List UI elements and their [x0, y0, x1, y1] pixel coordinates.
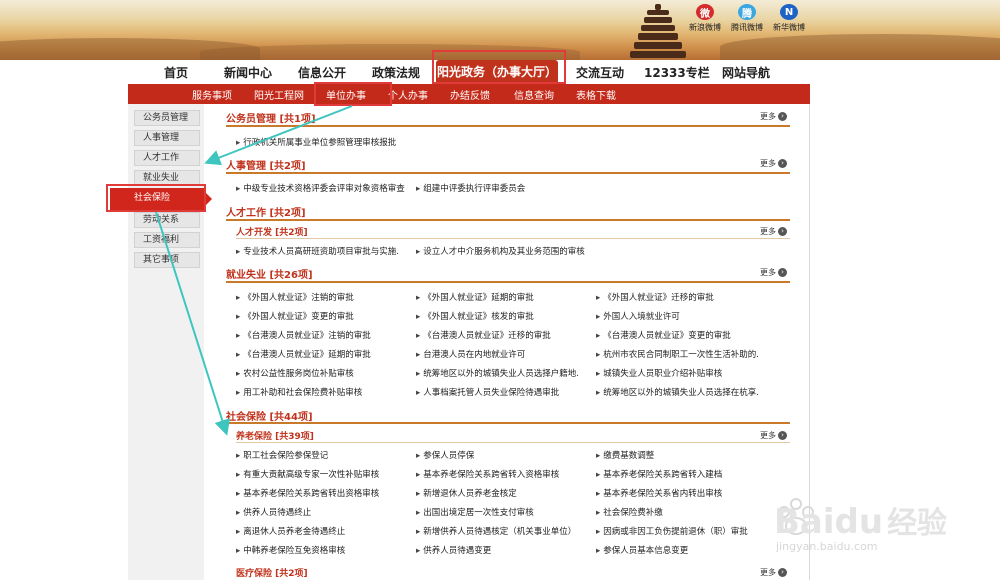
list-item[interactable]: 专业技术人员高研班资助项目审批与实施. [236, 245, 411, 257]
list-item[interactable]: 中韩养老保险互免资格审核 [236, 544, 411, 556]
weibo-icon: 微 [696, 4, 714, 20]
list-item[interactable]: 《台港澳人员就业证》注销的审批 [236, 329, 411, 341]
highlight-box-subnav [314, 82, 392, 106]
list-item[interactable]: 杭州市农民合同制职工一次性生活补助的. [596, 348, 771, 360]
nav-home[interactable]: 首页 [164, 64, 188, 81]
arrow-right-icon: › [778, 431, 787, 440]
list-item[interactable]: 《外国人就业证》延期的审批 [416, 291, 591, 303]
list-item[interactable]: 新增供养人员待遇核定（机关事业单位） [416, 525, 591, 537]
more-link[interactable]: 更多 › [760, 111, 787, 122]
more-link[interactable]: 更多 › [760, 430, 787, 441]
section-title-employment: 就业失业 [共26项] [226, 270, 313, 281]
section-divider [226, 422, 790, 424]
list-item[interactable]: 职工社会保险参保登记 [236, 449, 411, 461]
list-item[interactable]: 缴费基数调整 [596, 449, 771, 461]
list-item[interactable]: 有重大贡献高级专家一次性补贴审核 [236, 468, 411, 480]
sidebar-item-talent[interactable]: 人才工作 [134, 150, 200, 166]
list-item[interactable]: 因病或非因工负伤提前退休（职）审批 [596, 525, 771, 537]
subnav-sunshine-project[interactable]: 阳光工程网 [254, 87, 304, 102]
list-item[interactable]: 基本养老保险关系跨省转入建档 [596, 468, 771, 480]
nav-sitemap[interactable]: 网站导航 [722, 64, 770, 81]
arrow-right-icon: › [778, 159, 787, 168]
list-item[interactable]: 《外国人就业证》迁移的审批 [596, 291, 771, 303]
nav-news[interactable]: 新闻中心 [224, 64, 272, 81]
more-link[interactable]: 更多 › [760, 226, 787, 237]
more-link[interactable]: 更多 › [760, 267, 787, 278]
list-item[interactable]: 外国人入境就业许可 [596, 310, 771, 322]
list-item[interactable]: 供养人员待遇变更 [416, 544, 591, 556]
list-item[interactable]: 《外国人就业证》变更的审批 [236, 310, 411, 322]
section-divider [226, 125, 790, 127]
sidebar-item-wages[interactable]: 工资福利 [134, 232, 200, 248]
list-item[interactable]: 基本养老保险关系省内转出审核 [596, 487, 771, 499]
subnav-forms[interactable]: 表格下载 [576, 87, 616, 102]
section-title-social-insurance: 社会保险 [共44项] [226, 412, 313, 423]
list-item[interactable]: 台港澳人员在内地就业许可 [416, 348, 591, 360]
sidebar-item-civil-servant[interactable]: 公务员管理 [134, 110, 200, 126]
list-item[interactable]: 农村公益性服务岗位补贴审核 [236, 367, 411, 379]
arrow-right-icon: › [778, 268, 787, 277]
section-title-personnel: 人事管理 [共2项] [226, 161, 306, 172]
watermark-url: jingyan.baidu.com [776, 540, 878, 553]
subsection-title-pension: 养老保险 [共39项] [236, 432, 314, 442]
highlight-box-nav [432, 50, 566, 84]
more-link[interactable]: 更多 › [760, 158, 787, 169]
list-item[interactable]: 《外国人就业证》注销的审批 [236, 291, 411, 303]
list-item[interactable]: 供养人员待遇终止 [236, 506, 411, 518]
list-item[interactable]: 行政机关所属事业单位参照管理审核报批 [236, 136, 411, 148]
sidebar-item-labor-relations[interactable]: 劳动关系 [134, 212, 200, 228]
list-item[interactable]: 出国出境定居一次性支付审核 [416, 506, 591, 518]
subsection-title-talent-dev: 人才开发 [共2项] [236, 228, 308, 238]
subnav-services[interactable]: 服务事项 [192, 87, 232, 102]
section-divider [226, 281, 790, 283]
list-item[interactable]: 统筹地区以外的城镇失业人员选择在杭享. [596, 386, 771, 398]
list-item[interactable]: 城镇失业人员职业介绍补贴审核 [596, 367, 771, 379]
sidebar-item-other[interactable]: 其它事项 [134, 252, 200, 268]
nav-info-disclosure[interactable]: 信息公开 [298, 64, 346, 81]
list-item[interactable]: 人事档案托管人员失业保险待遇审批 [416, 386, 591, 398]
sidebar-item-personnel[interactable]: 人事管理 [134, 130, 200, 146]
list-item[interactable]: 参保人员停保 [416, 449, 591, 461]
list-item[interactable]: 《台港澳人员就业证》迁移的审批 [416, 329, 591, 341]
nav-interaction[interactable]: 交流互动 [576, 64, 624, 81]
nav-policy[interactable]: 政策法规 [372, 64, 420, 81]
watermark-brand: Baidu 经验 [774, 502, 948, 542]
subsection-divider [236, 442, 790, 443]
subnav-info-query[interactable]: 信息查询 [514, 87, 554, 102]
list-item[interactable]: 《外国人就业证》核发的审批 [416, 310, 591, 322]
section-divider [226, 172, 790, 174]
list-item[interactable]: 《台港澳人员就业证》延期的审批 [236, 348, 411, 360]
list-item[interactable]: 用工补助和社会保险费补贴审核 [236, 386, 411, 398]
list-item[interactable]: 参保人员基本信息变更 [596, 544, 771, 556]
page: 微 新浪微博 腾 腾讯微博 N 新华微博 首页 新闻中心 信息公开 政策法规 阳… [0, 0, 1000, 580]
list-item[interactable]: 基本养老保险关系跨省转出资格审核 [236, 487, 411, 499]
nav-12333[interactable]: 12333专栏 [644, 64, 710, 81]
arrow-right-icon: › [778, 227, 787, 236]
xinhua-weibo-icon: N [780, 4, 798, 20]
list-item[interactable]: 中级专业技术资格评委会评审对象资格审查 [236, 182, 411, 194]
list-item[interactable]: 设立人才中介服务机构及其业务范围的审核 [416, 245, 591, 257]
section-divider [226, 219, 790, 221]
section-title-civil-servant: 公务员管理 [共1项] [226, 114, 316, 125]
list-item[interactable]: 《台港澳人员就业证》变更的审批 [596, 329, 771, 341]
list-item[interactable]: 组建中评委执行评审委员会 [416, 182, 591, 194]
highlight-box-sidebar [106, 184, 206, 212]
xinhua-weibo-link[interactable]: N 新华微博 [764, 4, 814, 33]
subsection-divider [236, 238, 790, 239]
subsection-title-medical: 医疗保险 [共2项] [236, 569, 308, 579]
pagoda-illustration [628, 0, 688, 58]
subnav-feedback[interactable]: 办结反馈 [450, 87, 490, 102]
list-item[interactable]: 统筹地区以外的城镇失业人员选择户籍地. [416, 367, 591, 379]
list-item[interactable]: 新增退休人员养老金核定 [416, 487, 591, 499]
tencent-weibo-icon: 腾 [738, 4, 756, 20]
arrow-right-icon: › [778, 112, 787, 121]
list-item[interactable]: 社会保险费补缴 [596, 506, 771, 518]
baidu-watermark: Baidu 经验 jingyan.baidu.com [770, 492, 970, 572]
list-item[interactable]: 基本养老保险关系跨省转入资格审核 [416, 468, 591, 480]
subnav-personal-affairs[interactable]: 个人办事 [388, 87, 428, 102]
section-title-talent: 人才工作 [共2项] [226, 208, 306, 219]
list-item[interactable]: 离退休人员养老金待遇终止 [236, 525, 411, 537]
